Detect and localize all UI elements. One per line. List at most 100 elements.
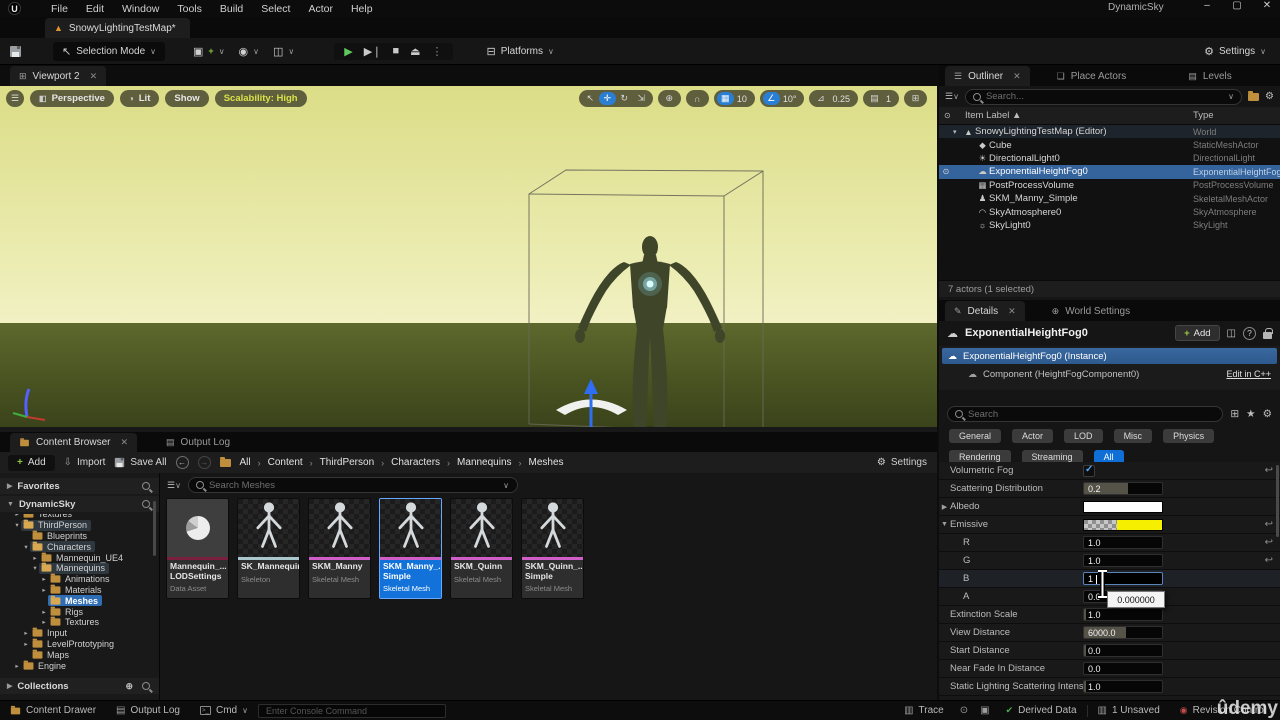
- reset-to-default-icon[interactable]: ↩: [1265, 537, 1273, 548]
- outliner-row[interactable]: ☀DirectionalLight0DirectionalLight: [939, 152, 1280, 165]
- level-tab[interactable]: ▲ SnowyLightingTestMap*: [45, 18, 190, 38]
- folder-tree-row[interactable]: ▸Textures: [0, 617, 159, 628]
- rotation-snap-value[interactable]: 10°: [780, 94, 802, 104]
- folder-tree-row[interactable]: ▾Characters: [0, 541, 159, 552]
- folder-tree-row[interactable]: ▸Rigs: [0, 606, 159, 617]
- scalability-button[interactable]: Scalability: High: [215, 90, 307, 107]
- viewport-tab[interactable]: ⊞ Viewport 2 ✕: [10, 66, 106, 86]
- breadcrumb-item-mannequins[interactable]: Mannequins: [457, 457, 511, 468]
- outliner-column-header[interactable]: ⊙ Item Label ▲ Type: [939, 107, 1280, 125]
- surface-snapping[interactable]: ∩: [686, 90, 709, 107]
- color-swatch[interactable]: [1083, 519, 1163, 531]
- forward-button[interactable]: →: [198, 456, 211, 469]
- folder-item[interactable]: Input: [30, 628, 71, 639]
- category-chip-lod[interactable]: LOD: [1064, 429, 1103, 443]
- expand-arrow-icon[interactable]: ▸: [40, 575, 48, 583]
- reset-to-default-icon[interactable]: ↩: [1265, 555, 1273, 566]
- folder-tree-row[interactable]: ▸Animations: [0, 574, 159, 585]
- menu-item-file[interactable]: File: [43, 2, 76, 16]
- trace-button[interactable]: ▥ Trace: [894, 705, 954, 716]
- add-actor-button[interactable]: ▣+∨: [193, 45, 225, 58]
- details-search-input[interactable]: Search: [947, 406, 1223, 422]
- numeric-input[interactable]: 6000.0: [1083, 626, 1163, 639]
- play-options-kebab-icon[interactable]: ⋮: [432, 45, 443, 58]
- blueprints-button[interactable]: ◉∨: [239, 45, 259, 58]
- content-drawer-button[interactable]: Content Drawer: [0, 705, 106, 716]
- expand-arrow-icon[interactable]: ▸: [22, 629, 30, 637]
- lock-icon[interactable]: [1263, 332, 1272, 339]
- folder-item[interactable]: Textures: [48, 617, 103, 628]
- project-root-section[interactable]: ▼ DynamicSky: [0, 496, 159, 512]
- reset-to-default-icon[interactable]: ↩: [1265, 465, 1273, 476]
- folder-tree-row[interactable]: Meshes: [0, 595, 159, 606]
- folder-item[interactable]: Maps: [30, 649, 73, 660]
- outliner-row[interactable]: ▦PostProcessVolumePostProcessVolume: [939, 179, 1280, 192]
- gear-icon[interactable]: ⚙: [1265, 91, 1274, 102]
- expand-arrow-icon[interactable]: ▾: [953, 128, 962, 136]
- insights-icon[interactable]: ⊙: [954, 705, 974, 716]
- folder-tree-row[interactable]: ▸LevelPrototyping: [0, 639, 159, 650]
- asset-card[interactable]: SK_MannequinSkeleton: [237, 498, 300, 599]
- select-tool-icon[interactable]: ↖: [582, 92, 599, 105]
- world-local-toggle[interactable]: ⊕: [658, 90, 681, 107]
- folder-item[interactable]: Meshes: [48, 595, 102, 606]
- category-chip-physics[interactable]: Physics: [1163, 429, 1214, 443]
- expand-arrow-icon[interactable]: ▾: [31, 564, 39, 572]
- breadcrumb-item-characters[interactable]: Characters: [391, 457, 440, 468]
- close-button[interactable]: ✕: [1260, 0, 1274, 11]
- back-button[interactable]: ←: [176, 456, 189, 469]
- close-icon[interactable]: ✕: [90, 71, 98, 82]
- checkbox-input[interactable]: ✓: [1083, 465, 1095, 477]
- folder-item[interactable]: Animations: [48, 574, 114, 585]
- folder-item[interactable]: Materials: [48, 585, 106, 596]
- folder-tree-row[interactable]: ▸Input: [0, 628, 159, 639]
- close-icon[interactable]: ✕: [1013, 71, 1021, 82]
- search-icon[interactable]: [142, 500, 150, 508]
- close-icon[interactable]: ✕: [120, 437, 128, 448]
- platforms-dropdown[interactable]: ⊟ Platforms ∨: [487, 45, 554, 58]
- numeric-input[interactable]: 0.0: [1083, 644, 1163, 657]
- add-asset-button[interactable]: + Add: [8, 455, 55, 471]
- scale-tool-icon[interactable]: ⇲: [633, 92, 650, 105]
- help-icon[interactable]: ?: [1243, 327, 1256, 340]
- expand-arrow-icon[interactable]: ▸: [40, 618, 48, 626]
- filter-icon[interactable]: ☰∨: [945, 91, 959, 102]
- eject-button[interactable]: ⏏: [410, 45, 420, 58]
- tab-details[interactable]: ✎ Details ✕: [945, 301, 1025, 321]
- breadcrumb-item-thirdperson[interactable]: ThirdPerson: [320, 457, 374, 468]
- frame-skip-button[interactable]: ▶❘: [364, 45, 382, 58]
- folder-item[interactable]: LevelPrototyping: [30, 639, 118, 650]
- unsaved-button[interactable]: ▥ 1 Unsaved: [1088, 705, 1170, 716]
- camera-speed-value[interactable]: 1: [883, 94, 896, 104]
- maximize-button[interactable]: ▢: [1230, 0, 1244, 11]
- settings-dropdown[interactable]: ⚙ Settings ∨: [1204, 45, 1266, 58]
- numeric-input[interactable]: 0.2: [1083, 482, 1163, 495]
- breadcrumb-item-meshes[interactable]: Meshes: [529, 457, 564, 468]
- breadcrumb-item-all[interactable]: All: [240, 457, 251, 468]
- expand-arrow-icon[interactable]: ▼: [939, 521, 950, 528]
- folder-tree-scrollbar[interactable]: [153, 501, 156, 556]
- folder-tree-row[interactable]: Maps: [0, 649, 159, 660]
- favorites-star-icon[interactable]: ★: [1246, 408, 1255, 420]
- grid-snap-control[interactable]: ▦ 10: [714, 90, 755, 107]
- folder-item[interactable]: Mannequins: [39, 563, 109, 574]
- property-matrix-icon[interactable]: ⊞: [1230, 408, 1239, 420]
- folder-tree-row[interactable]: ▸Materials: [0, 585, 159, 596]
- numeric-input[interactable]: 1.0: [1083, 536, 1163, 549]
- close-icon[interactable]: ✕: [1008, 306, 1016, 317]
- tab-output-log[interactable]: ▤ Output Log: [157, 433, 239, 452]
- unreal-logo-icon[interactable]: U: [8, 2, 21, 15]
- add-collection-icon[interactable]: ⊕: [125, 681, 133, 692]
- numeric-input[interactable]: 1.0: [1083, 608, 1163, 621]
- folder-item[interactable]: Textures: [21, 514, 76, 520]
- asset-card[interactable]: Mannequin_...LODSettingsData Asset: [166, 498, 229, 599]
- menu-item-window[interactable]: Window: [114, 2, 167, 16]
- reset-to-default-icon[interactable]: ↩: [1265, 519, 1273, 530]
- expand-arrow-icon[interactable]: ▸: [13, 514, 21, 518]
- camera-speed-control[interactable]: ▤ 1: [863, 90, 899, 107]
- rotate-tool-icon[interactable]: ↻: [616, 92, 633, 105]
- perspective-dropdown[interactable]: ◧Perspective: [30, 90, 114, 107]
- numeric-input[interactable]: 0.0: [1083, 662, 1163, 675]
- stop-button[interactable]: ■: [392, 45, 399, 57]
- outliner-row[interactable]: ◠SkyAtmosphere0SkyAtmosphere: [939, 205, 1280, 218]
